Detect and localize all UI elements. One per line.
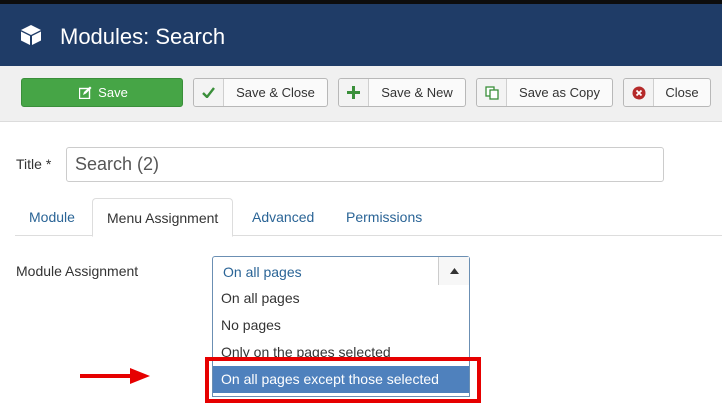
- option-on-all-pages[interactable]: On all pages: [213, 285, 469, 312]
- tab-bar: Module Menu Assignment Advanced Permissi…: [15, 198, 722, 237]
- save-new-button[interactable]: Save & New: [338, 78, 466, 107]
- selected-value: On all pages: [223, 264, 302, 280]
- option-all-except-selected[interactable]: On all pages except those selected: [213, 366, 469, 393]
- option-no-pages[interactable]: No pages: [213, 312, 469, 339]
- close-button[interactable]: Close: [623, 78, 711, 107]
- save-button[interactable]: Save: [21, 78, 183, 107]
- tab-permissions[interactable]: Permissions: [332, 198, 436, 236]
- title-input[interactable]: [66, 147, 664, 182]
- save-copy-label: Save as Copy: [519, 85, 600, 100]
- module-assignment-label: Module Assignment: [16, 263, 139, 279]
- toolbar: Save Save & Close Save & New Save as Cop…: [0, 66, 722, 122]
- save-as-copy-button[interactable]: Save as Copy: [476, 78, 613, 107]
- save-new-label: Save & New: [381, 85, 453, 100]
- tab-advanced[interactable]: Advanced: [238, 198, 328, 236]
- module-assignment-select[interactable]: On all pages: [212, 256, 470, 286]
- page-title: Modules: Search: [60, 24, 226, 49]
- header-bar: Modules: Search: [0, 0, 722, 66]
- red-arrow-icon: [80, 368, 150, 384]
- tab-module[interactable]: Module: [15, 198, 89, 236]
- option-only-selected[interactable]: Only on the pages selected: [213, 339, 469, 366]
- copy-icon: [477, 79, 507, 106]
- save-close-label: Save & Close: [236, 85, 315, 100]
- plus-icon: [339, 79, 369, 106]
- edit-icon: [76, 79, 94, 106]
- save-close-button[interactable]: Save & Close: [193, 78, 328, 107]
- title-label: Title *: [16, 156, 52, 172]
- chevron-up-icon[interactable]: [438, 257, 469, 285]
- save-button-label: Save: [98, 85, 128, 100]
- assignment-dropdown-list: On all pages No pages Only on the pages …: [212, 285, 470, 397]
- cube-icon: [21, 25, 41, 45]
- close-circle-icon: [624, 79, 654, 106]
- tab-menu-assignment[interactable]: Menu Assignment: [92, 198, 234, 237]
- check-icon: [194, 79, 224, 106]
- close-label: Close: [665, 85, 699, 100]
